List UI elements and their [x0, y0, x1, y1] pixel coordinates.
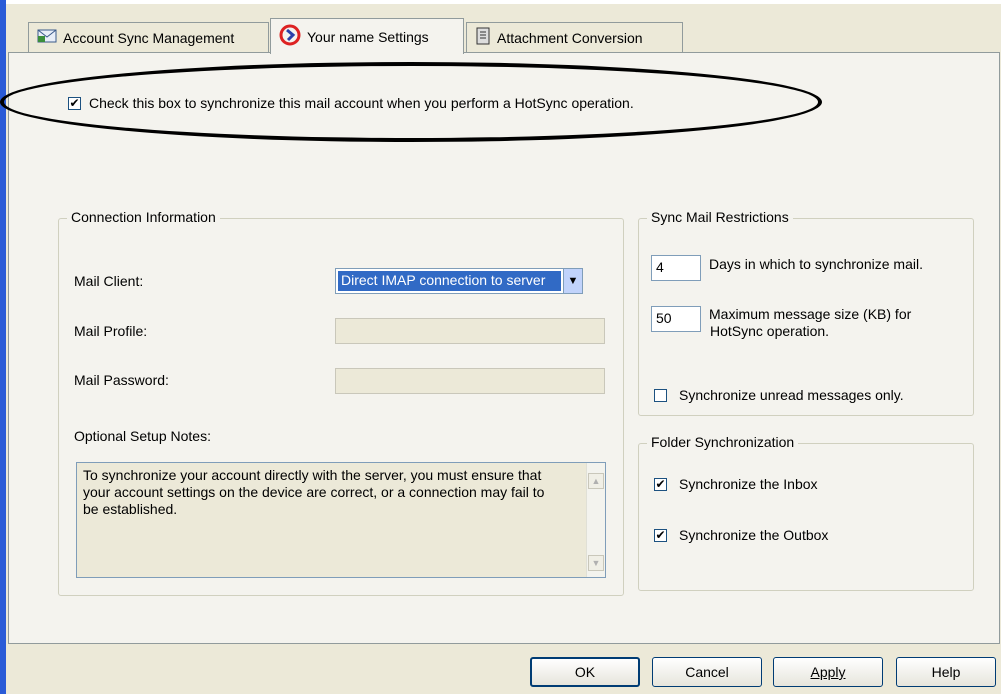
sync-outbox-label: Synchronize the Outbox [679, 527, 829, 543]
tab-your-name-settings[interactable]: Your name Settings [270, 18, 464, 54]
unread-only-label: Synchronize unread messages only. [679, 387, 904, 403]
window-left-edge [0, 0, 6, 694]
setup-notes-textarea[interactable]: To synchronize your account directly wit… [76, 462, 606, 578]
mail-client-label: Mail Client: [74, 273, 144, 289]
sync-account-row[interactable]: ✔ Check this box to synchronize this mai… [68, 95, 634, 111]
mail-password-label: Mail Password: [74, 372, 169, 388]
apply-button[interactable]: Apply [773, 657, 883, 687]
tab-attachment-conversion[interactable]: Attachment Conversion [466, 22, 683, 52]
sync-inbox-checkbox[interactable]: ✔ [654, 477, 667, 491]
max-size-input[interactable]: 50 [651, 306, 701, 332]
hotsync-icon [279, 24, 301, 49]
max-size-label-line1: Maximum message size (KB) for [709, 306, 912, 322]
ok-button[interactable]: OK [530, 657, 640, 687]
mail-profile-label: Mail Profile: [74, 323, 148, 339]
mail-client-dropdown[interactable]: Direct IMAP connection to server ▼ [335, 268, 583, 294]
window-top-edge [0, 0, 1001, 4]
sync-account-label: Check this box to synchronize this mail … [89, 95, 634, 111]
days-input[interactable]: 4 [651, 255, 701, 281]
sync-account-checkbox[interactable]: ✔ [68, 96, 81, 110]
unread-only-row[interactable]: Synchronize unread messages only. [654, 387, 904, 403]
max-size-label: Maximum message size (KB) for HotSync op… [709, 306, 911, 340]
chevron-down-icon[interactable]: ▼ [563, 269, 582, 293]
apply-button-label: Apply [810, 664, 846, 680]
group-title: Sync Mail Restrictions [647, 209, 793, 225]
folder-synchronization-group: Folder Synchronization [638, 434, 974, 591]
max-size-label-line2: HotSync operation. [710, 323, 830, 339]
mail-profile-field[interactable] [335, 318, 605, 344]
sync-inbox-label: Synchronize the Inbox [679, 476, 818, 492]
sync-inbox-row[interactable]: ✔ Synchronize the Inbox [654, 476, 818, 492]
sync-outbox-row[interactable]: ✔ Synchronize the Outbox [654, 527, 828, 543]
mail-password-field[interactable] [335, 368, 605, 394]
help-button[interactable]: Help [896, 657, 996, 687]
setup-notes-text: To synchronize your account directly wit… [83, 467, 545, 517]
mail-icon [37, 29, 57, 46]
tab-account-sync-management[interactable]: Account Sync Management [28, 22, 269, 52]
cancel-button[interactable]: Cancel [652, 657, 762, 687]
unread-only-checkbox[interactable] [654, 388, 667, 402]
optional-notes-label: Optional Setup Notes: [74, 428, 211, 444]
days-label: Days in which to synchronize mail. [709, 256, 923, 272]
scroll-down-icon[interactable]: ▼ [588, 555, 604, 571]
tab-label: Your name Settings [307, 28, 429, 45]
scroll-up-icon[interactable]: ▲ [588, 473, 604, 489]
tab-label: Account Sync Management [63, 29, 235, 46]
notes-scrollbar[interactable]: ▲ ▼ [586, 463, 605, 577]
group-title: Folder Synchronization [647, 434, 799, 450]
sync-outbox-checkbox[interactable]: ✔ [654, 528, 667, 542]
document-icon [475, 27, 491, 48]
mail-client-value: Direct IMAP connection to server [338, 271, 561, 291]
group-title: Connection Information [67, 209, 220, 225]
tab-label: Attachment Conversion [497, 29, 643, 46]
